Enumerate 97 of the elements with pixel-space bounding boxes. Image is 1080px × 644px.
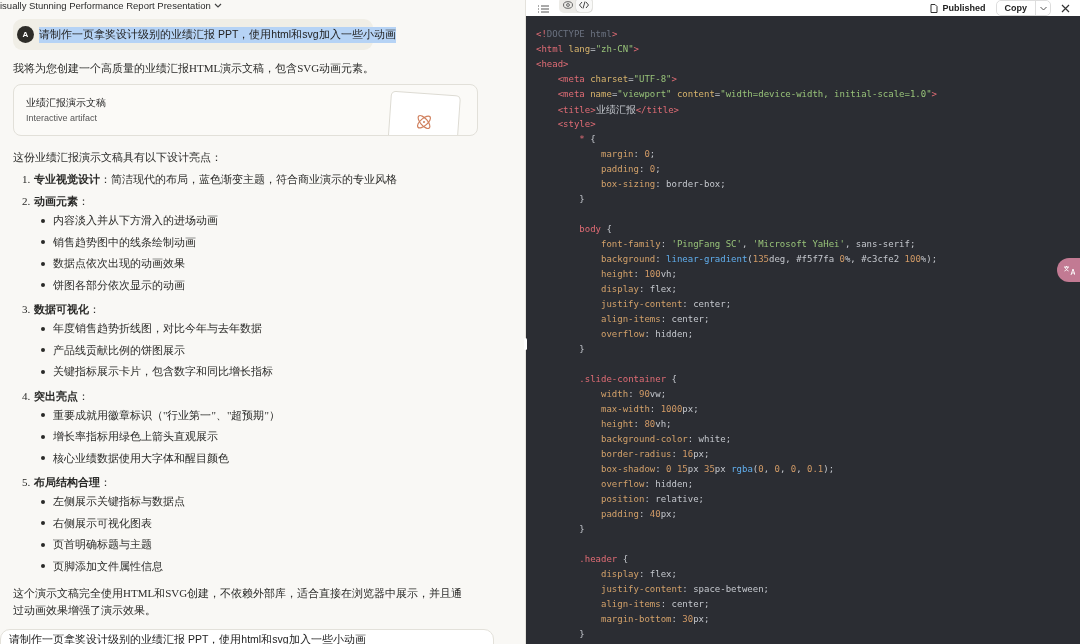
code-line: font-family: 'PingFang SC', 'Microsoft YaHei', sans-serif;	[600, 238, 917, 251]
code-line: .slide-container {	[578, 373, 678, 386]
code-line: position: relative;	[600, 493, 705, 506]
list-item: 关键指标展示卡片，包含数字和同比增长指标	[53, 364, 273, 380]
list-item: 左侧展示关键指标与数据点	[53, 494, 185, 510]
list-item: 增长率指标用绿色上箭头直观展示	[53, 429, 218, 445]
list-number: 3.	[22, 302, 31, 317]
list-item: 数据可视化：	[34, 302, 101, 317]
bullet-icon	[41, 326, 45, 331]
document-icon	[930, 3, 939, 13]
code-line: }	[578, 343, 586, 356]
bullet-icon	[41, 240, 45, 245]
list-item: 页脚添加文件属性信息	[53, 558, 163, 574]
chevron-down-icon	[1039, 5, 1047, 11]
bullet-icon	[41, 413, 45, 418]
conversation-title[interactable]: isually Stunning Performance Report Presentation	[0, 0, 211, 11]
list-item: 数据点依次出现的动画效果	[53, 256, 185, 272]
code-line: align-items: center;	[600, 313, 711, 326]
translate-icon[interactable]	[1057, 258, 1080, 282]
list-item: 布局结构合理：	[34, 475, 112, 490]
code-line: }	[578, 523, 586, 536]
bullet-icon	[41, 521, 45, 526]
list-item: 专业视觉设计：简洁现代的布局，蓝色渐变主题，符合商业演示的专业风格	[34, 172, 398, 187]
code-line: margin: 0;	[600, 148, 657, 161]
atom-icon	[414, 112, 434, 132]
code-line: overflow: hidden;	[600, 328, 695, 341]
code-line: align-items: center;	[600, 598, 711, 611]
code-line: <style>	[556, 118, 597, 131]
list-item: 产品线贡献比例的饼图展示	[53, 342, 185, 358]
code-line: background: linear-gradient(135deg, #f5f7fa 0%, #c3cfe2 100%);	[600, 253, 939, 266]
list-item: 动画元素：	[34, 194, 90, 209]
eye-icon	[563, 1, 573, 9]
bullet-icon	[41, 456, 45, 461]
reply-text: 我将为您创建一个高质量的业绩汇报HTML演示文稿，包含SVG动画元素。	[13, 61, 376, 76]
list-number: 4.	[22, 388, 31, 404]
code-line: justify-content: space-between;	[600, 583, 771, 596]
code-line: * {	[578, 133, 597, 146]
bullet-icon	[41, 369, 45, 374]
code-line: }	[578, 193, 586, 206]
code-line: }	[578, 628, 586, 641]
bullet-icon	[41, 564, 45, 569]
code-line: .header {	[578, 553, 630, 566]
list-item: 饼图各部分依次显示的动画	[53, 277, 185, 293]
bullet-icon	[41, 218, 45, 223]
bullet-icon	[41, 499, 45, 504]
list-item: 页首明确标题与主题	[53, 537, 152, 553]
list-number: 2.	[22, 194, 31, 209]
bullet-icon	[41, 434, 45, 439]
code-line: box-shadow: 0 15px 35px rgba(0, 0, 0, 0.1);	[600, 463, 836, 476]
code-line: display: flex;	[600, 283, 678, 296]
code-line: <html lang="zh-CN">	[536, 43, 640, 56]
code-line: border-radius: 16px;	[600, 448, 711, 461]
list-item: 销售趋势图中的线条绘制动画	[53, 234, 196, 250]
code-line: <meta name="viewport" content="width=device-width, initial-scale=1.0">	[556, 88, 939, 101]
artifact-card[interactable]: 业绩汇报演示文稿 Interactive artifact	[13, 84, 478, 136]
view-tab[interactable]	[576, 0, 592, 12]
code-line: height: 80vh;	[600, 418, 673, 431]
code-line: padding: 40px;	[600, 508, 678, 521]
reply-text: 这个演示文稿完全使用HTML和SVG创建，不依赖外部库，适合直接在浏览器中展示，并且通过动画效果增强了演示效果。	[13, 586, 464, 618]
list-number: 1.	[22, 172, 31, 187]
resize-handle[interactable]	[524, 338, 527, 350]
list-item: 突出亮点：	[34, 388, 90, 404]
code-line: margin-bottom: 30px;	[600, 613, 711, 626]
code-line: overflow: hidden;	[600, 478, 695, 491]
bullet-icon	[41, 542, 45, 547]
code-line: padding: 0;	[600, 163, 662, 176]
user-avatar: A	[17, 26, 34, 43]
list-item: 核心业绩数据使用大字体和醒目颜色	[53, 450, 229, 466]
close-icon[interactable]	[1061, 4, 1070, 13]
code-line: <meta charset="UTF-8">	[556, 73, 678, 86]
code-line: max-width: 1000px;	[600, 403, 700, 416]
view-tab[interactable]	[560, 0, 576, 12]
code-line: <title>业绩汇报</title>	[556, 103, 680, 117]
code-line: body {	[578, 223, 613, 236]
code-line: <head>	[536, 58, 570, 71]
bullet-icon	[41, 348, 45, 353]
user-message-text: 请制作一页拿奖设计级别的业绩汇报 PPT，使用html和svg加入一些小动画	[39, 26, 396, 43]
artifact-subtitle: Interactive artifact	[26, 113, 99, 123]
code-line: height: 100vh;	[600, 268, 678, 281]
code-line: justify-content: center;	[600, 298, 733, 311]
reply-text: 这份业绩汇报演示文稿具有以下设计亮点：	[13, 150, 223, 165]
bullet-icon	[41, 283, 45, 288]
list-item: 重要成就用徽章标识（"行业第一"、"超预期"）	[53, 407, 280, 423]
code-line: display: flex;	[600, 568, 678, 581]
code-line: <!DOCTYPE html>	[536, 28, 619, 41]
published-status: Published	[942, 3, 986, 13]
list-item: 年度销售趋势折线图，对比今年与去年数据	[53, 321, 262, 337]
code-line: box-sizing: border-box;	[600, 178, 727, 191]
list-number: 5.	[22, 475, 31, 490]
code-line: background-color: white;	[600, 433, 733, 446]
list-item: 右侧展示可视化图表	[53, 515, 152, 531]
list-item: 内容淡入并从下方滑入的进场动画	[53, 213, 218, 229]
code-icon	[579, 1, 589, 9]
bullet-icon	[41, 261, 45, 266]
artifact-title: 业绩汇报演示文稿	[26, 97, 106, 110]
code-line: width: 90vw;	[600, 388, 668, 401]
chevron-down-icon[interactable]	[213, 2, 222, 9]
